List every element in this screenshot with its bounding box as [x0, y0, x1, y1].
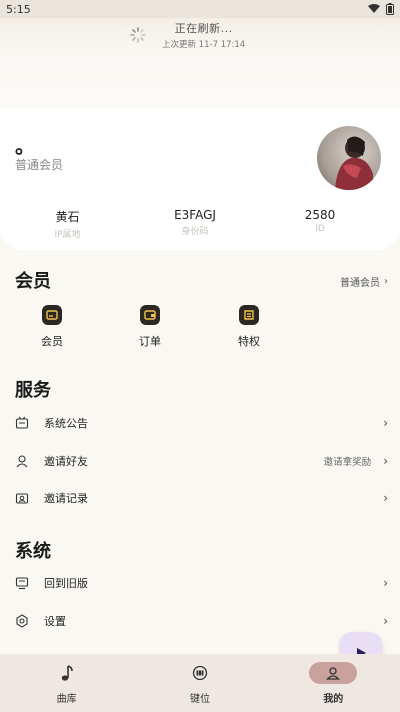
- nav-label: 曲库: [56, 694, 77, 705]
- nickname: 。: [15, 134, 35, 158]
- refresh-indicator: 正在刷新... 上次更新 11-7 17:14: [130, 20, 245, 50]
- avatar-image: [335, 136, 373, 190]
- row-label: 邀请好友: [44, 455, 88, 468]
- stat-label: ID: [315, 224, 325, 234]
- nav-item-keys[interactable]: 键位: [133, 654, 266, 712]
- chevron-right-icon: ›: [383, 614, 388, 628]
- chevron-right-icon: ›: [383, 416, 388, 430]
- stat-value: 2580: [304, 208, 336, 222]
- nav-item-mine[interactable]: 我的: [267, 654, 400, 712]
- chevron-right-icon: ›: [384, 276, 388, 287]
- status-icons: [368, 3, 394, 15]
- wifi-icon: [368, 4, 380, 13]
- status-time: 5:15: [6, 2, 31, 16]
- privilege-icon: [239, 305, 259, 325]
- stat-ip-location: 黄石 IP属地: [10, 208, 125, 240]
- member-badge-label: 普通会员: [340, 278, 380, 289]
- member-shortcuts: 会员 订单 特权: [0, 305, 400, 355]
- nav-label: 键位: [189, 694, 210, 705]
- battery-icon: [386, 3, 394, 15]
- bottom-navigation: 曲库 键位 我的: [0, 654, 400, 712]
- member-level-link[interactable]: 普通会员 ›: [340, 274, 388, 289]
- refresh-area: 正在刷新... 上次更新 11-7 17:14: [0, 18, 400, 108]
- music-note-icon: [43, 662, 91, 684]
- row-label: 设置: [44, 615, 66, 628]
- invite-friend-icon: [14, 453, 30, 469]
- stat-id[interactable]: 2580 ID: [265, 208, 375, 240]
- list-item-invite-records[interactable]: 邀请记录 ›: [0, 483, 400, 513]
- monitor-icon: [14, 575, 30, 591]
- chevron-right-icon: ›: [383, 454, 388, 468]
- avatar[interactable]: [317, 126, 381, 190]
- settings-icon: [14, 613, 30, 629]
- refresh-status: 正在刷新...: [174, 22, 233, 35]
- row-label: 邀请记录: [44, 492, 88, 505]
- loading-spinner-icon: [130, 27, 146, 43]
- invite-reward-hint: 邀请拿奖励: [323, 457, 372, 468]
- invite-record-icon: [14, 490, 30, 506]
- last-updated: 上次更新 11-7 17:14: [162, 40, 246, 50]
- shortcut-orders[interactable]: 订单: [125, 305, 175, 349]
- profile-stats: 黄石 IP属地 E3FAGJ 身份码 2580 ID: [0, 208, 400, 240]
- shortcut-label: 订单: [139, 335, 161, 348]
- stat-label: IP属地: [54, 230, 81, 240]
- shortcut-label: 会员: [41, 335, 63, 348]
- list-item-settings[interactable]: 设置 ›: [0, 606, 400, 636]
- shortcut-label: 特权: [238, 335, 260, 348]
- section-title-member: 会员: [15, 271, 51, 292]
- stat-value: E3FAGJ: [174, 208, 216, 222]
- chevron-right-icon: ›: [383, 576, 388, 590]
- list-item-announcement[interactable]: 系统公告 ›: [0, 408, 400, 438]
- row-label: 回到旧版: [44, 577, 88, 590]
- row-label: 系统公告: [44, 417, 88, 430]
- section-title-service: 服务: [15, 380, 51, 401]
- person-icon: [309, 662, 358, 684]
- list-item-invite-friends[interactable]: 邀请好友 邀请拿奖励 ›: [0, 446, 400, 476]
- profile-card: 。 普通会员 黄石 IP属地 E3FAGJ 身份码 2580 ID: [0, 108, 400, 250]
- announcement-icon: [14, 415, 30, 431]
- nav-item-library[interactable]: 曲库: [0, 654, 133, 712]
- order-wallet-icon: [140, 305, 160, 325]
- member-level: 普通会员: [15, 158, 64, 172]
- shortcut-member[interactable]: 会员: [27, 305, 77, 349]
- stat-label: 身份码: [181, 227, 209, 237]
- shortcut-privilege[interactable]: 特权: [224, 305, 274, 349]
- chevron-right-icon: ›: [383, 491, 388, 505]
- stat-value: 黄石: [55, 210, 80, 224]
- keyboard-icon: [176, 662, 224, 684]
- status-bar: 5:15: [0, 0, 400, 18]
- stat-identity-code[interactable]: E3FAGJ 身份码: [125, 208, 265, 240]
- list-item-legacy-version[interactable]: 回到旧版 ›: [0, 568, 400, 598]
- section-title-system: 系统: [15, 541, 51, 562]
- nav-label: 我的: [323, 694, 344, 705]
- wallet-icon: [42, 305, 62, 325]
